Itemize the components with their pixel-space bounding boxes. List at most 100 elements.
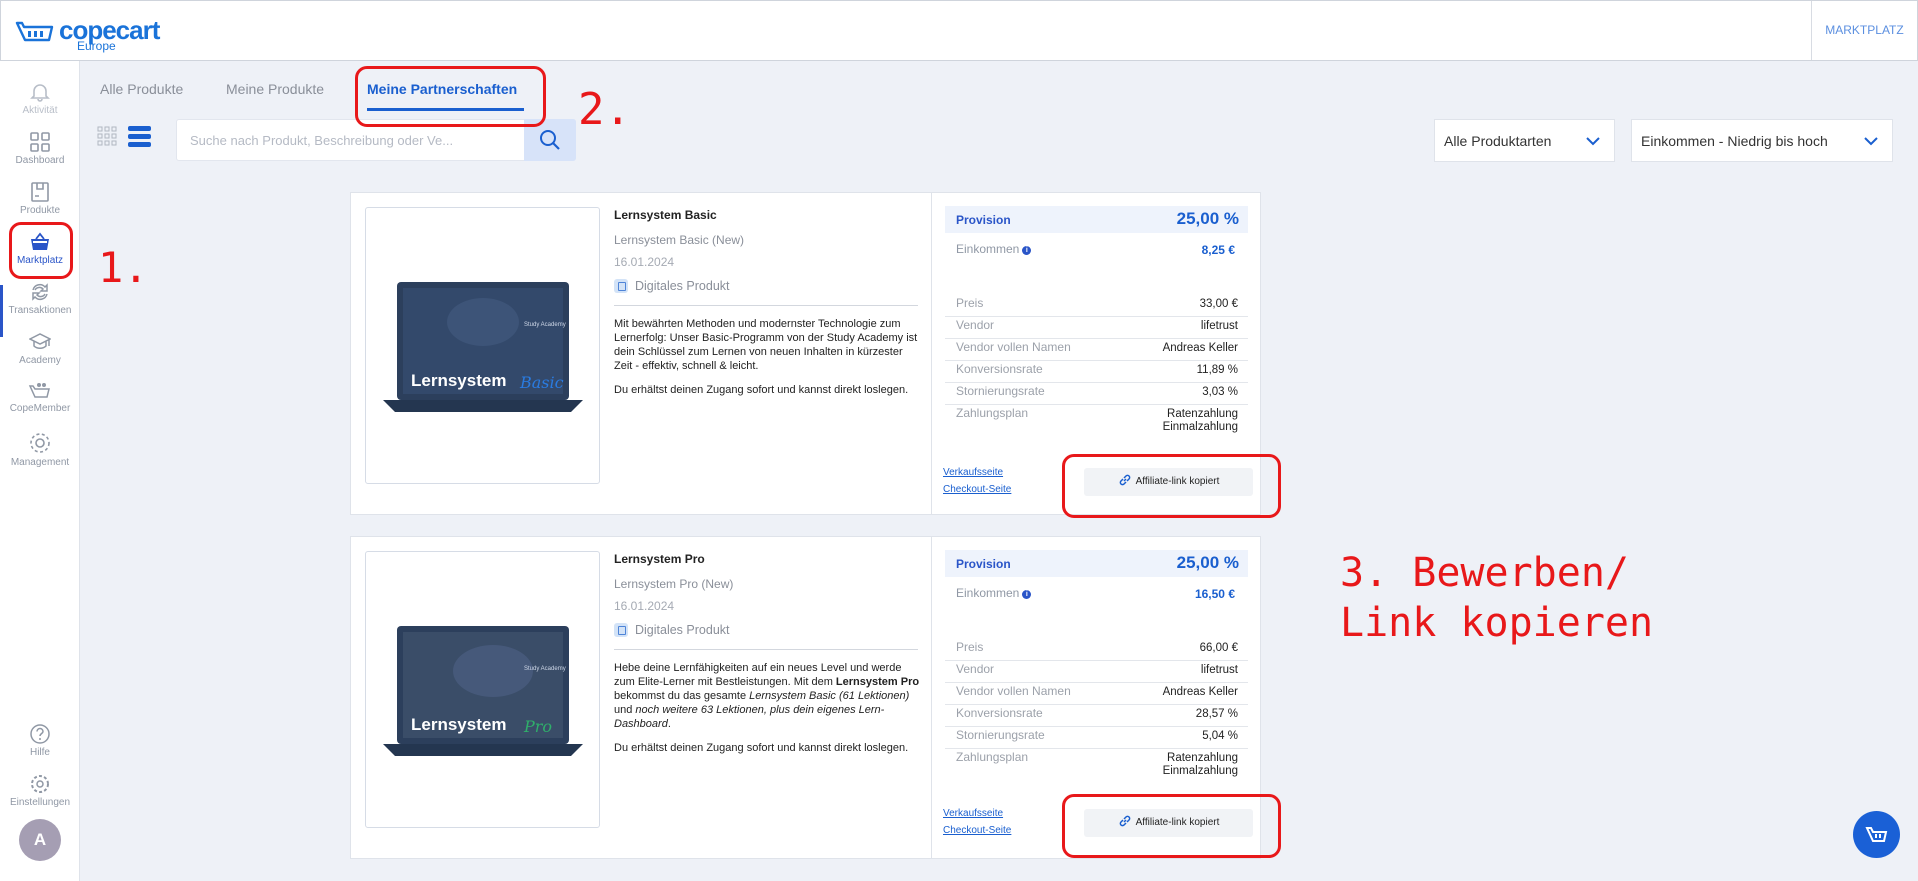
cog-group-icon	[30, 433, 50, 453]
product-type-label: Digitales Produkt	[635, 623, 730, 637]
provision-value: 25,00 %	[1176, 209, 1239, 228]
sidebar-item-einstellungen[interactable]: Einstellungen	[0, 773, 80, 808]
sidebar-item-label: Einstellungen	[9, 797, 71, 808]
graduation-cap-icon	[29, 333, 51, 349]
sidebar-item-label: Hilfe	[29, 747, 50, 758]
annotation-step-2: 2.	[578, 84, 631, 135]
provision-label: Provision	[956, 557, 1011, 571]
provision-label: Provision	[956, 213, 1011, 227]
detail-row: Stornierungsrate 5,04 %	[945, 728, 1248, 749]
select-value: Einkommen - Niedrig bis hoch	[1641, 133, 1828, 149]
einkommen-label: Einkommen i	[956, 586, 1032, 600]
sidebar-item-label: Management	[10, 457, 70, 468]
divider	[931, 193, 932, 514]
sidebar-item-label: CopeMember	[9, 403, 71, 414]
divider	[614, 649, 918, 650]
annotation-box-button-1	[1062, 454, 1281, 518]
detail-row: Zahlungsplan Ratenzahlung Einmalzahlung	[956, 750, 1238, 777]
annotation-box-marktplatz	[9, 222, 73, 279]
provision-value: 25,00 %	[1176, 553, 1239, 572]
info-icon[interactable]: i	[1022, 590, 1032, 599]
copecart-logo[interactable]: copecart Europe	[15, 17, 160, 53]
description-text: Du erhältst deinen Zugang sofort und kan…	[614, 742, 909, 754]
sidebar-item-label: Academy	[19, 355, 61, 366]
detail-row: Preis 33,00 €	[945, 296, 1248, 317]
grid-view-icon[interactable]	[97, 126, 117, 146]
sidebar-item-transaktionen[interactable]: Transaktionen	[0, 281, 80, 316]
product-subtitle: Lernsystem Basic (New)	[614, 233, 745, 247]
checkout-page-link[interactable]: Checkout-Seite	[943, 484, 1011, 495]
product-subtitle: Lernsystem Pro (New)	[614, 577, 734, 591]
provision-row: Provision 25,00 %	[945, 550, 1248, 577]
einkommen-value: 16,50 €	[1194, 587, 1235, 601]
sidebar-item-label: Transaktionen	[8, 305, 72, 316]
brand-sub: Europe	[77, 39, 116, 53]
marketplace-top-link[interactable]: MARKTPLATZ	[1811, 1, 1917, 60]
sales-page-link[interactable]: Verkaufsseite	[943, 467, 1003, 478]
cart-icon	[1865, 827, 1888, 842]
sidebar-item-label: Aktivität	[22, 105, 58, 116]
annotation-step-1: 1.	[98, 243, 149, 292]
product-image[interactable]: Study Academy Lernsystem Pro	[365, 551, 600, 828]
info-icon[interactable]: i	[1022, 246, 1032, 255]
digital-product-icon	[614, 279, 628, 293]
product-type-label: Digitales Produkt	[635, 279, 730, 293]
product-image[interactable]: Study Academy Lernsystem Basic	[365, 207, 600, 484]
detail-row: Vendor vollen Namen Andreas Keller	[945, 684, 1248, 705]
image-tag: Pro	[524, 717, 553, 736]
digital-product-icon	[614, 623, 628, 637]
grid-icon	[30, 132, 50, 152]
image-tag: Basic	[520, 373, 564, 392]
einkommen-value: 8,25 €	[1201, 243, 1235, 257]
avatar[interactable]: A	[19, 819, 61, 861]
product-title: Lernsystem Basic	[614, 208, 717, 222]
top-bar: copecart Europe MARKTPLATZ	[0, 0, 1918, 61]
detail-row: Stornierungsrate 3,03 %	[945, 384, 1248, 405]
members-icon	[28, 383, 50, 398]
sidebar-item-hilfe[interactable]: Hilfe	[0, 723, 80, 758]
sort-select[interactable]: Einkommen - Niedrig bis hoch	[1631, 119, 1893, 162]
divider	[931, 537, 932, 858]
help-icon	[30, 724, 50, 744]
detail-row: Vendor vollen Namen Andreas Keller	[945, 340, 1248, 361]
product-date: 16.01.2024	[614, 599, 675, 613]
cart-logo-icon	[15, 21, 54, 42]
bell-icon	[30, 84, 50, 102]
list-view-icon[interactable]	[128, 126, 151, 147]
description-text: Mit bewährten Methoden und modernster Te…	[614, 318, 918, 372]
sidebar-item-aktivitat[interactable]: Aktivität	[0, 81, 80, 116]
sidebar-item-produkte[interactable]: Produkte	[0, 181, 80, 216]
exchange-icon	[32, 283, 48, 301]
product-title: Lernsystem Pro	[614, 552, 705, 566]
sidebar-item-copemember[interactable]: CopeMember	[0, 381, 80, 414]
product-description: Mit bewährten Methoden und modernster Te…	[614, 317, 922, 407]
product-type: Digitales Produkt	[614, 279, 730, 293]
sidebar-item-academy[interactable]: Academy	[0, 331, 80, 366]
detail-row: Vendor lifetrust	[945, 662, 1248, 683]
detail-row: Preis 66,00 €	[945, 640, 1248, 661]
product-type-select[interactable]: Alle Produktarten	[1434, 119, 1615, 162]
checkout-page-link[interactable]: Checkout-Seite	[943, 825, 1011, 836]
sales-page-link[interactable]: Verkaufsseite	[943, 808, 1003, 819]
product-description: Hebe deine Lernfähigkeiten auf ein neues…	[614, 661, 922, 765]
product-type: Digitales Produkt	[614, 623, 730, 637]
detail-row: Konversionsrate 11,89 %	[945, 362, 1248, 383]
sidebar-item-label: Dashboard	[15, 155, 65, 166]
sidebar: Aktivität Dashboard Produkte Marktplatz …	[0, 61, 80, 881]
image-brand: Study Academy	[524, 666, 566, 672]
annotation-line: Link kopieren	[1340, 600, 1654, 646]
tab-alle-produkte[interactable]: Alle Produkte	[100, 81, 183, 97]
einkommen-label: Einkommen i	[956, 242, 1032, 256]
detail-row: Zahlungsplan Ratenzahlung Einmalzahlung	[956, 406, 1238, 433]
detail-row: Konversionsrate 28,57 %	[945, 706, 1248, 727]
cart-chat-button[interactable]	[1853, 811, 1900, 858]
sidebar-item-label: Produkte	[19, 205, 61, 216]
product-date: 16.01.2024	[614, 255, 675, 269]
image-title: Lernsystem	[411, 371, 507, 390]
sidebar-item-dashboard[interactable]: Dashboard	[0, 131, 80, 166]
tab-meine-produkte[interactable]: Meine Produkte	[226, 81, 324, 97]
sidebar-item-management[interactable]: Management	[0, 431, 80, 468]
annotation-line: 3. Bewerben/	[1340, 550, 1629, 596]
settings-icon	[31, 775, 49, 793]
view-toggle	[97, 126, 157, 153]
